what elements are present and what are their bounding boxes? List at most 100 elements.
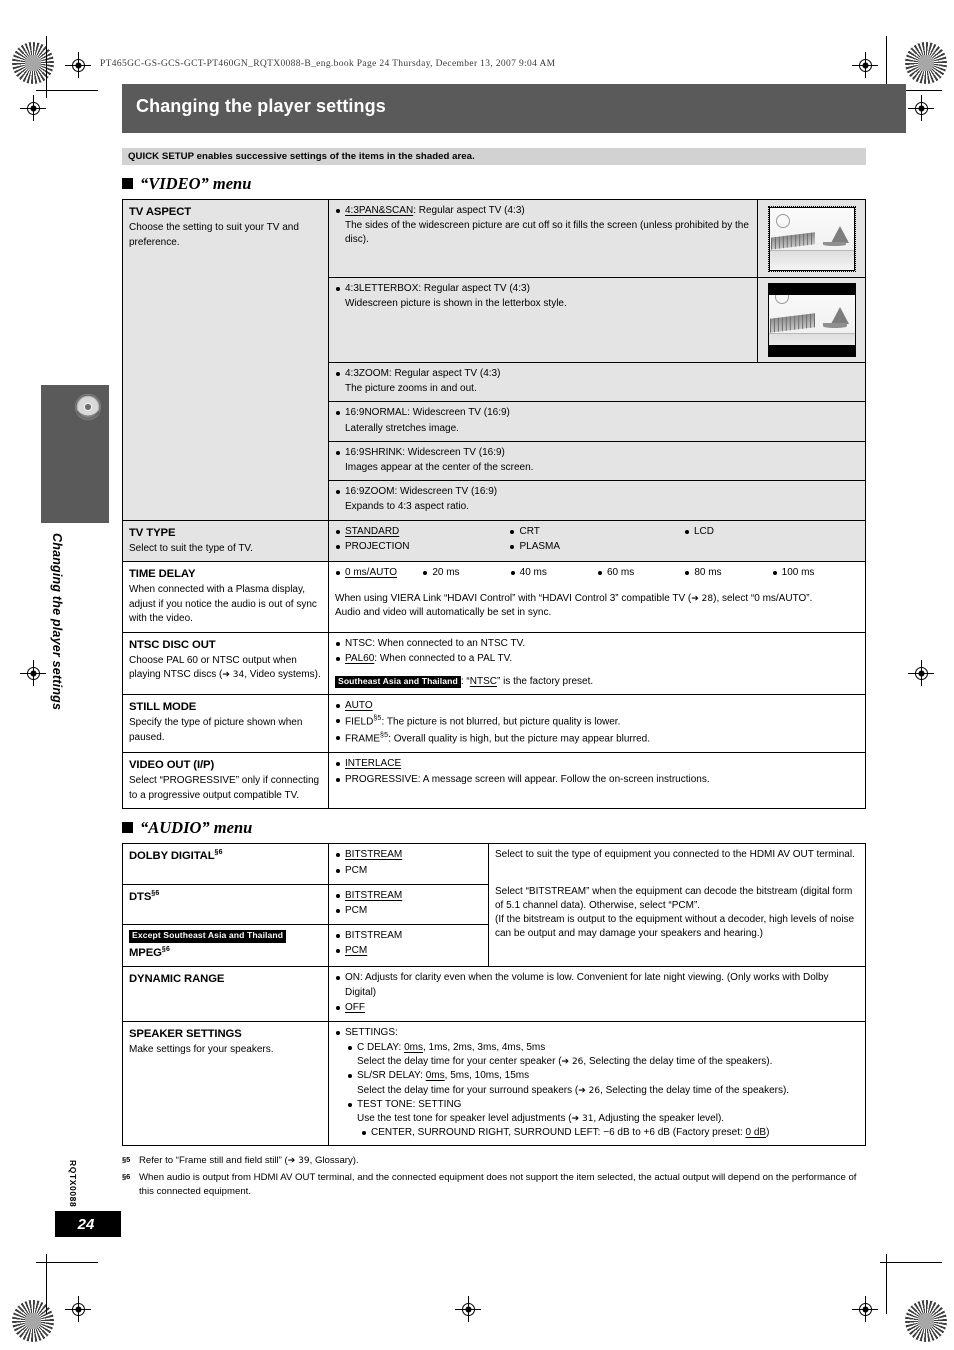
speaker-option-slsr-delay[interactable]: SL/SR DELAY: 0ms, 5ms, 10ms, 15ms <box>347 1069 859 1083</box>
tv-type-desc: Select to suit the type of TV. <box>129 542 253 554</box>
time-delay-option-20[interactable]: 20 ms <box>422 566 509 580</box>
option-label: 20 ms <box>432 567 460 579</box>
option-label: 100 ms <box>781 567 815 579</box>
region-badge: Except Southeast Asia and Thailand <box>129 930 287 943</box>
ntsc-options[interactable]: NTSC: When connected to an NTSC TV. PAL6… <box>328 631 866 696</box>
time-delay-option-40[interactable]: 40 ms <box>510 566 597 580</box>
table-row-still-mode: STILL MODE Specify the type of picture s… <box>122 694 866 754</box>
table-row-time-delay: TIME DELAY When connected with a Plasma … <box>122 561 866 633</box>
footnotes: §5 Refer to “Frame still and field still… <box>122 1154 866 1199</box>
desc-paragraph-2: Select “BITSTREAM” when the equipment ca… <box>495 885 853 911</box>
page-ref: ➔ 31 <box>571 1114 594 1125</box>
mpeg-option-pcm[interactable]: PCM <box>335 944 482 958</box>
setting-name-speaker-settings: SPEAKER SETTINGS Make settings for your … <box>122 1020 329 1147</box>
option-label: FRAME <box>345 733 380 745</box>
option-label: 60 ms <box>606 567 635 579</box>
dynamic-range-options[interactable]: ON: Adjusts for clarity even when the vo… <box>328 966 866 1022</box>
option-detail: The picture zooms in and out. <box>345 383 477 395</box>
crop-line-br-v <box>886 1254 887 1314</box>
page-ref: ➔ 26 <box>578 1085 601 1096</box>
speaker-option-test-tone[interactable]: TEST TONE: SETTING <box>347 1098 859 1112</box>
speaker-option-levels[interactable]: CENTER, SURROUND RIGHT, SURROUND LEFT: −… <box>361 1126 859 1140</box>
option-label: FIELD <box>345 716 374 728</box>
still-mode-options[interactable]: AUTO FIELD§5: The picture is not blurred… <box>328 694 866 754</box>
option-label: BITSTREAM <box>345 849 403 861</box>
table-row-dynamic-range: DYNAMIC RANGE ON: Adjusts for clarity ev… <box>122 966 866 1022</box>
tv-type-option-lcd[interactable]: LCD <box>684 525 858 539</box>
option-head: : Widescreen TV (16:9) <box>407 407 510 419</box>
option-label: PAL60 <box>345 652 375 664</box>
option-label: 16:9ZOOM <box>345 486 395 498</box>
tv-aspect-option-panscan[interactable]: 4:3PAN&SCAN: Regular aspect TV (4:3) The… <box>328 199 758 278</box>
dts-options[interactable]: BITSTREAM PCM <box>328 883 489 926</box>
option-detail: Expands to 4:3 aspect ratio. <box>345 501 469 513</box>
option-label: CRT <box>519 525 540 537</box>
ntsc-option-ntsc[interactable]: NTSC: When connected to an NTSC TV. <box>335 637 859 651</box>
video-out-desc: Select “PROGRESSIVE” only if connecting … <box>129 775 320 801</box>
video-out-option-interlace[interactable]: INTERLACE <box>335 757 859 771</box>
page-ref: ➔ 26 <box>561 1057 584 1068</box>
time-delay-option-60[interactable]: 60 ms <box>597 566 684 580</box>
still-mode-option-frame[interactable]: FRAME§5: Overall quality is high, but th… <box>335 731 859 747</box>
manual-code: RQTX0088 <box>68 1160 78 1208</box>
speaker-settings-desc: Make settings for your speakers. <box>129 1043 274 1055</box>
ntsc-option-pal60[interactable]: PAL60: When connected to a PAL TV. <box>335 652 859 666</box>
mpeg-option-bitstream[interactable]: BITSTREAM <box>335 929 482 943</box>
setting-name-still-mode: STILL MODE Specify the type of picture s… <box>122 694 329 754</box>
footnote-mark: §6 <box>214 849 223 857</box>
option-label: 0 ms/AUTO <box>345 567 398 579</box>
dynamic-range-option-off[interactable]: OFF <box>335 1001 859 1015</box>
dolby-option-bitstream[interactable]: BITSTREAM <box>335 848 482 862</box>
thumbnail-letterbox <box>757 277 866 363</box>
option-head: : Widescreen TV (16:9) <box>402 446 505 458</box>
video-settings-table: TV ASPECT Choose the setting to suit you… <box>122 199 866 810</box>
crop-line-bl-h <box>36 1262 98 1263</box>
tv-aspect-option-letterbox[interactable]: 4:3LETTERBOX: Regular aspect TV (4:3) Wi… <box>328 277 758 363</box>
tv-type-option-standard[interactable]: STANDARD <box>335 525 509 539</box>
tv-type-title: TV TYPE <box>129 526 176 539</box>
dts-title: DTS <box>129 890 152 903</box>
option-label: SL/SR DELAY: <box>357 1070 426 1082</box>
dolby-digital-title: DOLBY DIGITAL <box>129 850 215 863</box>
tv-aspect-option-169zoom[interactable]: 16:9ZOOM: Widescreen TV (16:9) Expands t… <box>328 480 866 521</box>
tv-type-options[interactable]: STANDARD CRT LCD PROJECTION PLASMA <box>328 519 866 563</box>
table-row-tv-aspect-1: TV ASPECT Choose the setting to suit you… <box>122 199 866 521</box>
option-label: 80 ms <box>694 567 722 579</box>
tv-aspect-option-169shrink[interactable]: 16:9SHRINK: Widescreen TV (16:9) Images … <box>328 440 866 482</box>
dts-option-pcm[interactable]: PCM <box>335 904 482 918</box>
tv-type-option-projection[interactable]: PROJECTION <box>335 540 509 554</box>
setting-name-tv-aspect: TV ASPECT Choose the setting to suit you… <box>122 199 329 521</box>
tv-aspect-option-43zoom[interactable]: 4:3ZOOM: Regular aspect TV (4:3) The pic… <box>328 361 866 403</box>
option-default: 0ms <box>404 1042 423 1054</box>
tv-aspect-option-169normal[interactable]: 16:9NORMAL: Widescreen TV (16:9) Lateral… <box>328 401 866 442</box>
chapter-tab <box>41 385 109 523</box>
option-label: LCD <box>693 525 714 537</box>
video-out-options[interactable]: INTERLACE PROGRESSIVE: A message screen … <box>328 752 866 810</box>
c-delay-note: Select the delay time for your center sp… <box>357 1056 773 1068</box>
dts-option-bitstream[interactable]: BITSTREAM <box>335 889 482 903</box>
option-label: INTERLACE <box>345 758 402 770</box>
speaker-settings-options[interactable]: SETTINGS: C DELAY: 0ms, 1ms, 2ms, 3ms, 4… <box>328 1020 866 1147</box>
speaker-option-c-delay[interactable]: C DELAY: 0ms, 1ms, 2ms, 3ms, 4ms, 5ms <box>347 1041 859 1055</box>
option-default: 0ms <box>425 1070 445 1082</box>
still-mode-option-auto[interactable]: AUTO <box>335 699 859 713</box>
speaker-settings-group: SETTINGS: <box>335 1026 859 1040</box>
table-row-ntsc-disc-out: NTSC DISC OUT Choose PAL 60 or NTSC outp… <box>122 631 866 696</box>
ntsc-desc: Choose PAL 60 or NTSC output when playin… <box>129 654 321 681</box>
tv-type-option-plasma[interactable]: PLASMA <box>509 540 683 554</box>
still-mode-option-field[interactable]: FIELD§5: The picture is not blurred, but… <box>335 714 859 730</box>
time-delay-option-100[interactable]: 100 ms <box>772 566 859 580</box>
time-delay-options[interactable]: 0 ms/AUTO 20 ms 40 ms 60 ms 80 ms 100 ms… <box>328 561 866 633</box>
option-label: ON <box>345 972 360 984</box>
chapter-tab-label: Changing the player settings <box>50 533 64 711</box>
video-out-option-progressive[interactable]: PROGRESSIVE: A message screen will appea… <box>335 773 859 787</box>
tv-type-option-crt[interactable]: CRT <box>509 525 683 539</box>
dolby-digital-options[interactable]: BITSTREAM PCM <box>328 843 489 885</box>
option-head: : Regular aspect TV (4:3) <box>388 368 501 379</box>
dolby-option-pcm[interactable]: PCM <box>335 864 482 878</box>
region-badge: Southeast Asia and Thailand <box>335 675 461 689</box>
time-delay-option-0[interactable]: 0 ms/AUTO <box>335 566 422 580</box>
dynamic-range-option-on[interactable]: ON: Adjusts for clarity even when the vo… <box>335 971 859 999</box>
time-delay-option-80[interactable]: 80 ms <box>684 566 771 580</box>
mpeg-options[interactable]: BITSTREAM PCM <box>328 924 489 968</box>
